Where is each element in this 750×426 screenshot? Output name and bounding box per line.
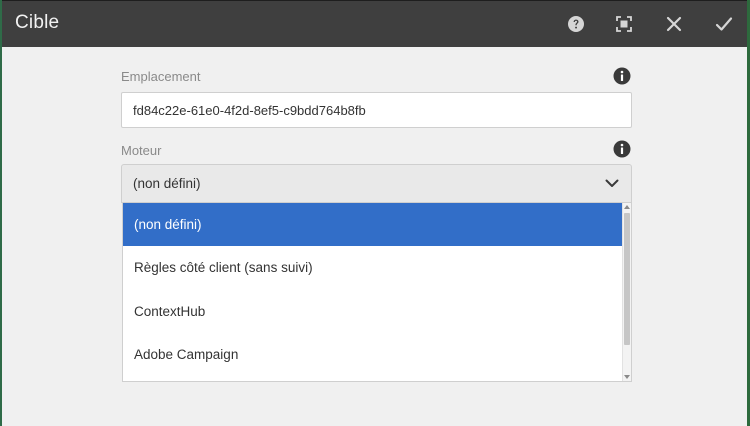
options-scrollbar[interactable] xyxy=(622,203,631,381)
close-icon xyxy=(666,16,682,32)
engine-select-value: (non défini) xyxy=(133,176,201,191)
engine-option-adobe-campaign[interactable]: Adobe Campaign xyxy=(123,333,623,376)
engine-options-list[interactable]: (non défini) Règles côté client (sans su… xyxy=(122,203,632,382)
engine-option-contexthub[interactable]: ContextHub xyxy=(123,290,623,333)
confirm-button[interactable] xyxy=(712,12,736,36)
scroll-down-arrow-icon[interactable] xyxy=(624,375,630,379)
fullscreen-button[interactable] xyxy=(612,12,636,36)
chevron-down-icon xyxy=(605,179,619,187)
engine-option-undefined[interactable]: (non défini) xyxy=(123,203,623,246)
engine-label: Moteur xyxy=(121,143,162,158)
target-dialog: Cible Emplacement fd84c22e-61e0-4f2d-8ef… xyxy=(2,0,747,426)
scroll-up-arrow-icon[interactable] xyxy=(624,205,630,209)
close-button[interactable] xyxy=(662,12,686,36)
location-input[interactable] xyxy=(121,92,632,128)
engine-option-client-rules[interactable]: Règles côté client (sans suivi) xyxy=(123,246,623,289)
scrollbar-thumb[interactable] xyxy=(624,213,630,345)
fullscreen-icon xyxy=(616,16,632,32)
checkmark-icon xyxy=(715,17,733,31)
info-icon[interactable] xyxy=(613,67,631,85)
dialog-title: Cible xyxy=(15,12,60,33)
help-icon xyxy=(568,16,584,32)
location-label: Emplacement xyxy=(121,69,201,84)
help-button[interactable] xyxy=(564,12,588,36)
dialog-titlebar: Cible xyxy=(2,1,747,47)
engine-select[interactable]: (non défini) xyxy=(121,164,632,203)
info-icon[interactable] xyxy=(613,140,631,158)
